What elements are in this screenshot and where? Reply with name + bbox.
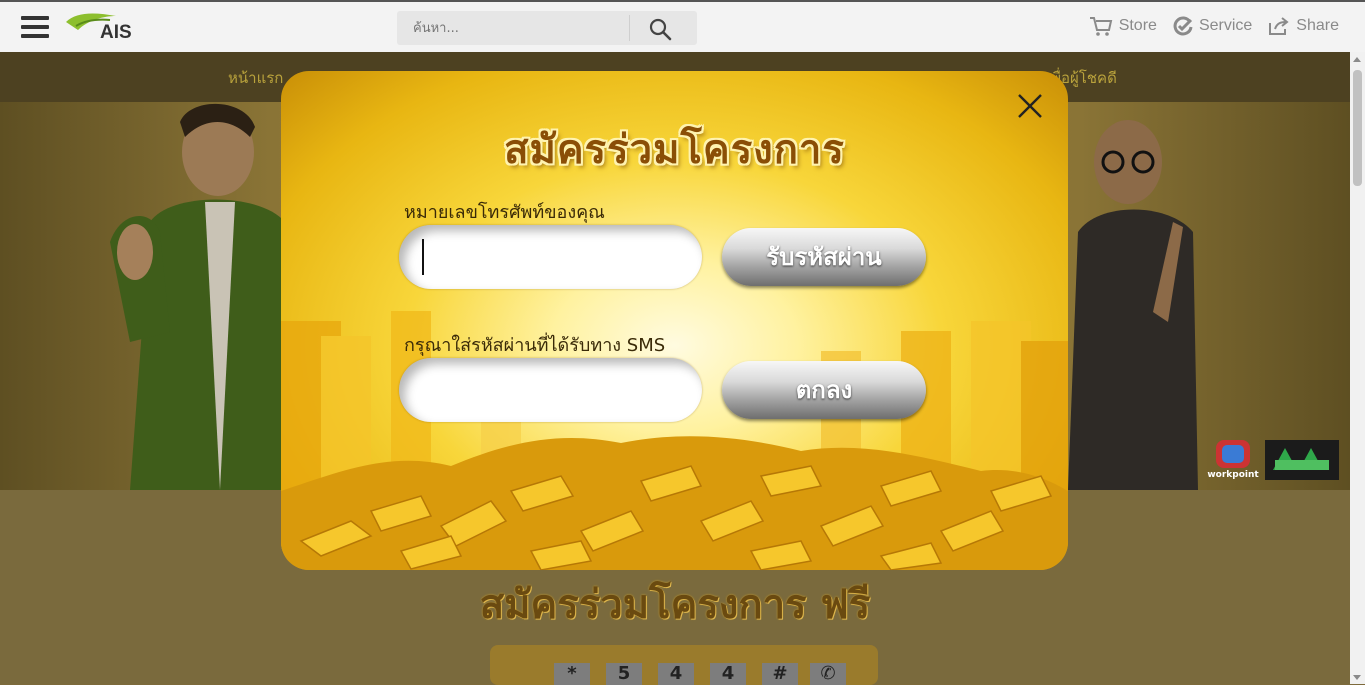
presenter-right-image xyxy=(1068,120,1198,490)
code-digit: ✆ xyxy=(810,663,846,685)
ais-logo[interactable]: AIS xyxy=(64,10,154,44)
register-free-title: สมัครร่วมโครงการ ฟรี xyxy=(479,582,871,628)
search-icon[interactable] xyxy=(647,17,675,41)
search-divider xyxy=(629,15,630,41)
phone-number-input[interactable] xyxy=(399,225,702,289)
service-label: Service xyxy=(1198,17,1253,34)
phone-label: หมายเลขโทรศัพท์ของคุณ xyxy=(404,202,605,223)
search-box xyxy=(397,11,697,45)
code-digit: 4 xyxy=(658,663,694,685)
store-label: Store xyxy=(1118,17,1157,34)
code-digit: 5 xyxy=(606,663,642,685)
cart-icon xyxy=(1089,17,1112,36)
store-link[interactable]: Store xyxy=(1089,15,1157,37)
workpoint-text: workpoint xyxy=(1207,470,1259,480)
service-link[interactable]: Service xyxy=(1173,15,1252,37)
scroll-up-arrow-icon[interactable] xyxy=(1353,57,1361,62)
register-modal: สมัครร่วมโครงการ หมายเลขโทรศัพท์ของคุณ ร… xyxy=(281,71,1068,570)
page-scrollbar[interactable] xyxy=(1350,52,1365,684)
code-digit: * xyxy=(554,663,590,685)
sms-code-input[interactable] xyxy=(399,358,702,422)
nav-item-home[interactable]: หน้าแรก xyxy=(228,66,283,90)
logo-text: AIS xyxy=(100,22,132,43)
search-input[interactable] xyxy=(397,11,629,45)
presenter-left-image xyxy=(110,103,290,490)
show-logo xyxy=(1265,440,1339,480)
confirm-button[interactable]: ตกลง xyxy=(722,361,926,419)
hamburger-menu-icon[interactable] xyxy=(21,16,49,38)
share-icon xyxy=(1269,17,1289,35)
workpoint-logo: workpoint xyxy=(1207,440,1259,480)
ussd-code-box: * 5 4 4 # ✆ xyxy=(490,645,878,685)
show-logo-graphic xyxy=(1265,440,1339,480)
share-label: Share xyxy=(1296,17,1339,34)
header-links: Store Service Share xyxy=(1089,15,1339,37)
top-header: AIS Store Service xyxy=(0,0,1365,52)
scroll-thumb[interactable] xyxy=(1353,70,1362,186)
code-label: กรุณาใส่รหัสผ่านที่ได้รับทาง SMS xyxy=(404,335,666,356)
text-caret xyxy=(422,239,424,275)
modal-title: สมัครร่วมโครงการ xyxy=(504,127,845,173)
share-link[interactable]: Share xyxy=(1268,15,1339,37)
code-digit: 4 xyxy=(710,663,746,685)
check-circle-icon xyxy=(1173,16,1193,36)
code-digit: # xyxy=(762,663,798,685)
scroll-down-arrow-icon[interactable] xyxy=(1353,675,1361,680)
get-code-button[interactable]: รับรหัสผ่าน xyxy=(722,228,926,286)
